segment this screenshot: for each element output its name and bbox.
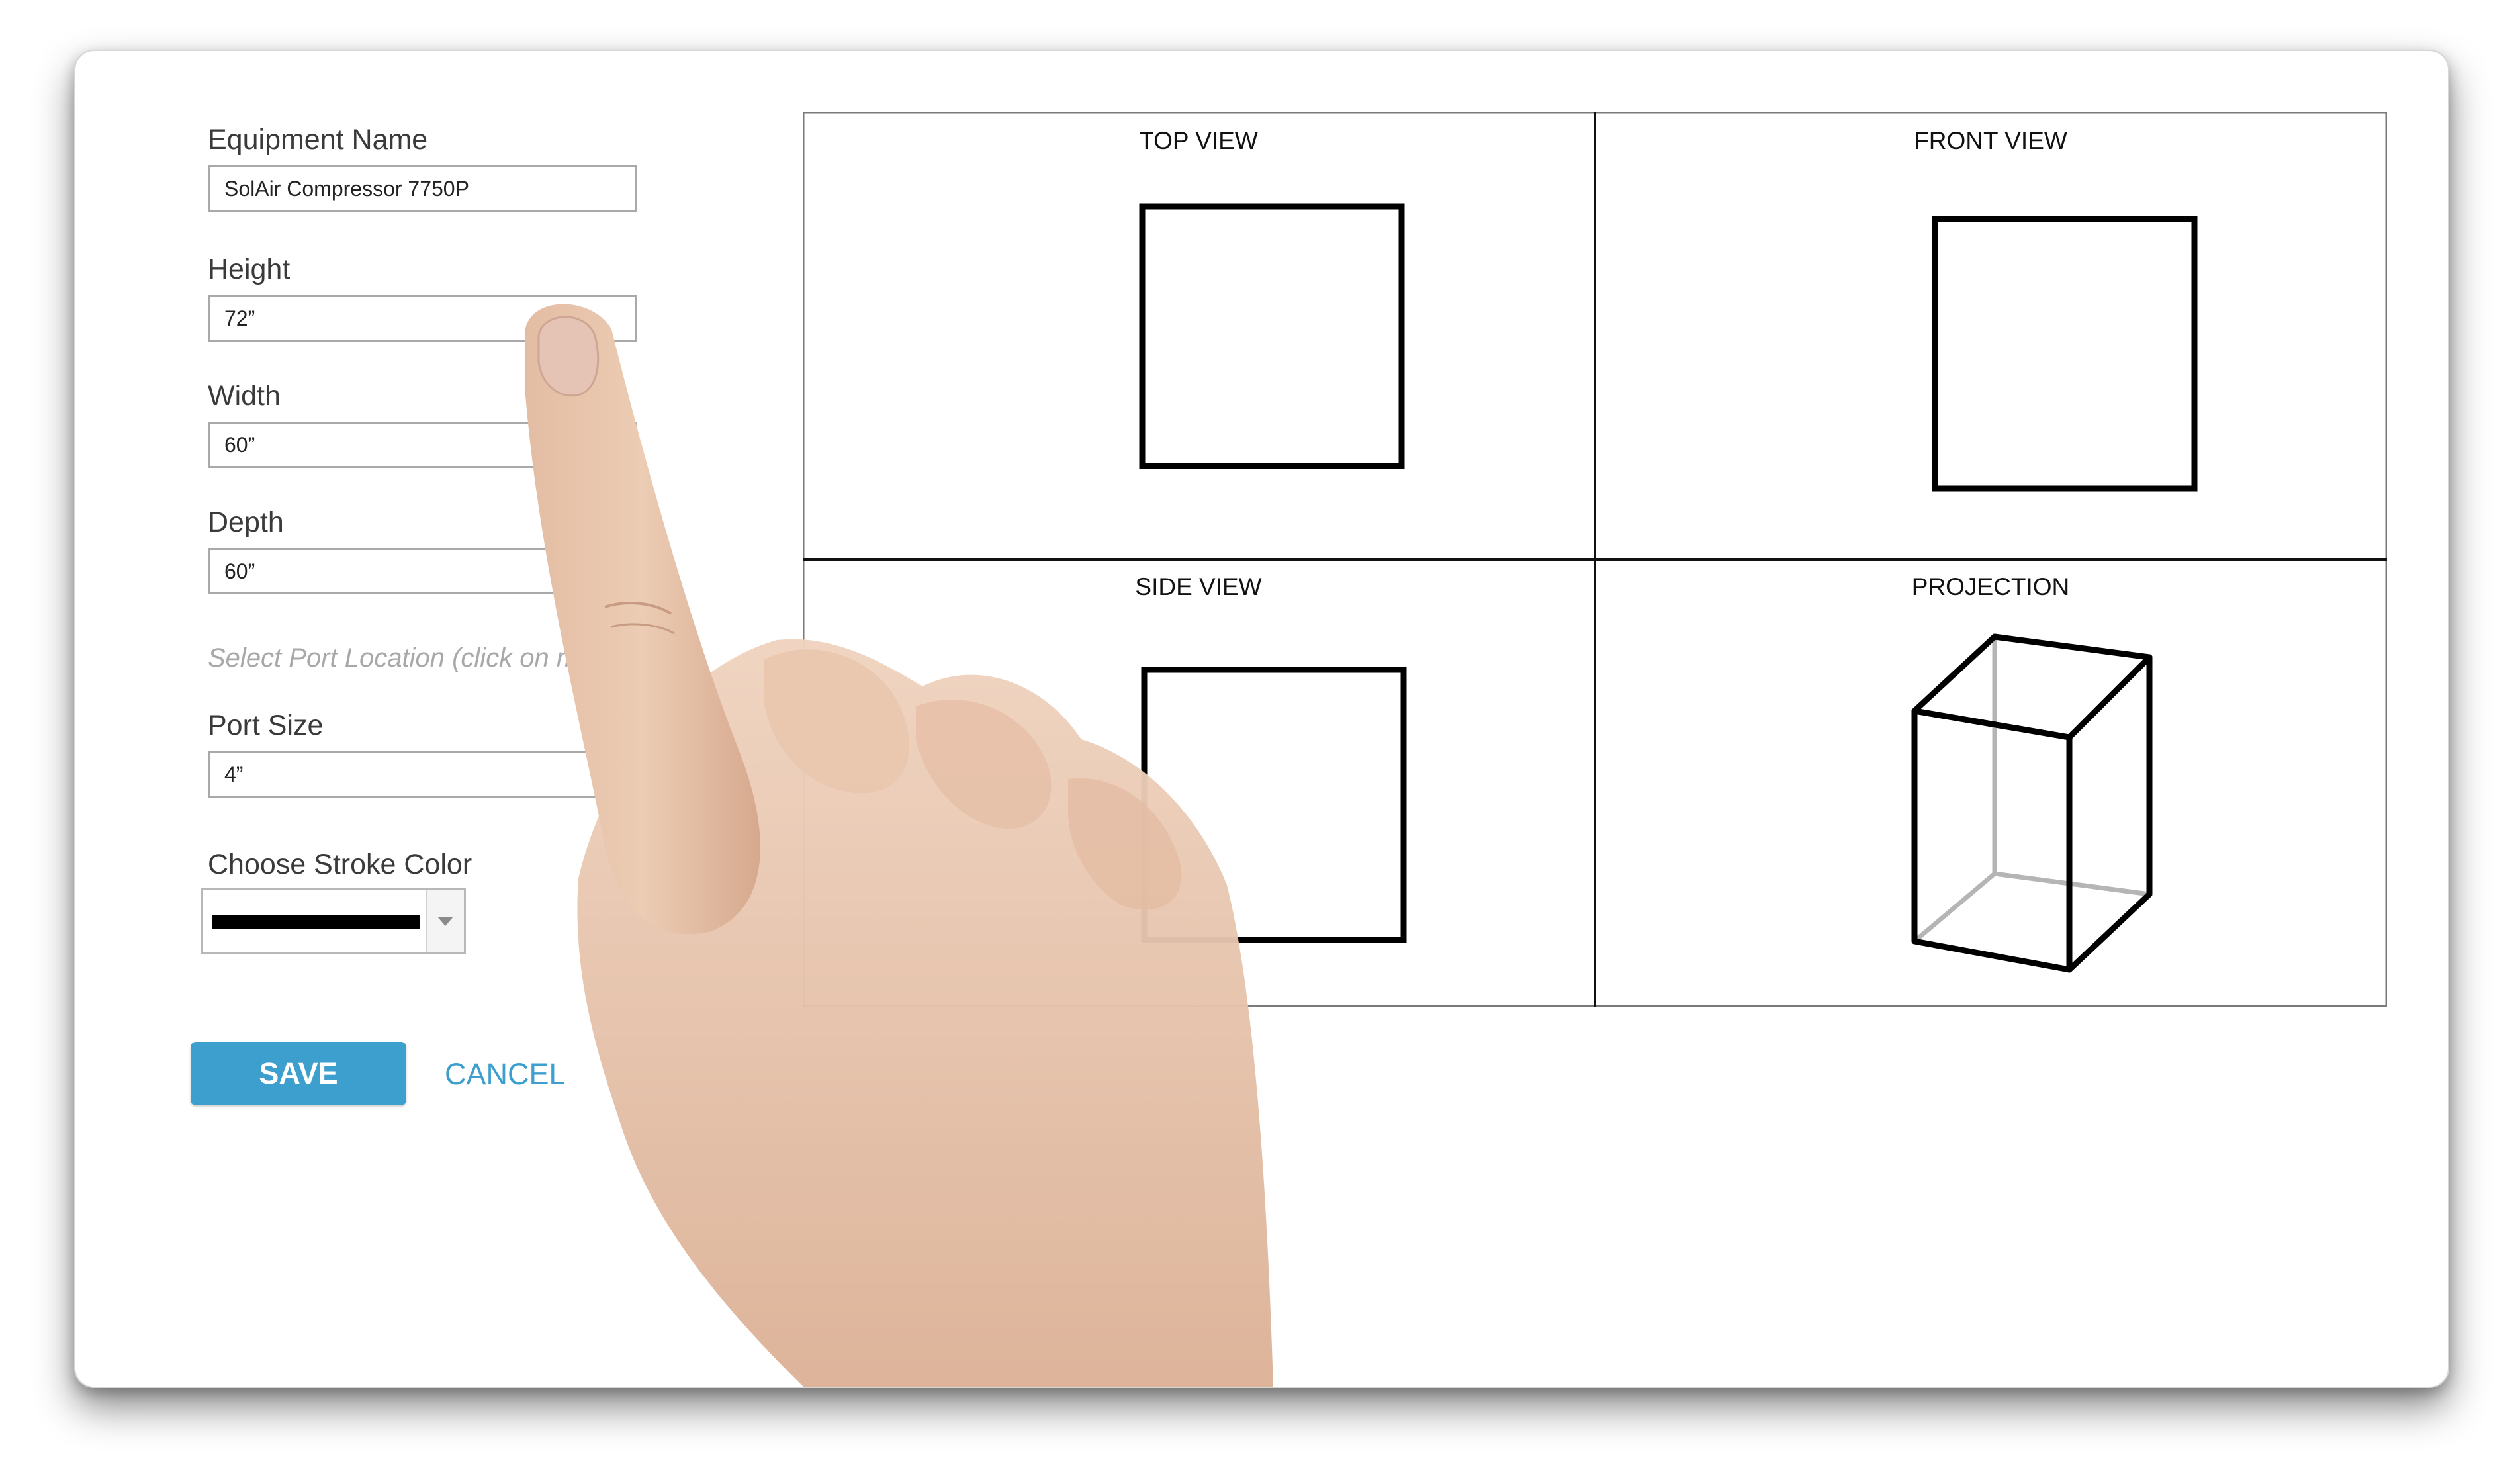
depth-input[interactable]: 60” [208,548,637,594]
port-location-hint: Select Port Location (click on model) [208,643,638,672]
equipment-editor-window: Equipment Name SolAir Compressor 7750P H… [74,50,2449,1388]
stroke-color-swatch [212,915,420,929]
model-views-grid: TOP VIEW FRONT VIEW SIDE VIEW PROJECTION [803,112,2387,1007]
height-label: Height [208,254,291,285]
stroke-color-dropdown-button[interactable] [426,890,464,952]
hand-index-finger [525,304,760,935]
top-view-title: TOP VIEW [1139,127,1258,154]
chevron-down-icon [437,917,453,926]
cancel-button[interactable]: CANCEL [445,1057,566,1091]
hand-knuckle-crease [604,602,672,615]
height-input[interactable]: 72” [208,295,637,342]
front-view-title: FRONT VIEW [1914,127,2067,154]
save-button[interactable]: SAVE [191,1042,406,1105]
stage: Equipment Name SolAir Compressor 7750P H… [0,0,2520,1484]
stroke-color-select[interactable] [201,888,466,954]
depth-label: Depth [208,506,284,538]
equipment-name-input[interactable]: SolAir Compressor 7750P [208,165,637,212]
equipment-name-label: Equipment Name [208,124,428,156]
hand-knuckle-crease-2 [611,623,675,635]
port-size-label: Port Size [208,710,324,741]
side-view-title: SIDE VIEW [1135,573,1261,600]
projection-title: PROJECTION [1912,573,2069,600]
width-input[interactable]: 60” [208,422,637,468]
stroke-color-label: Choose Stroke Color [208,849,472,880]
width-label: Width [208,380,281,412]
port-size-input[interactable]: 4” [208,751,637,798]
